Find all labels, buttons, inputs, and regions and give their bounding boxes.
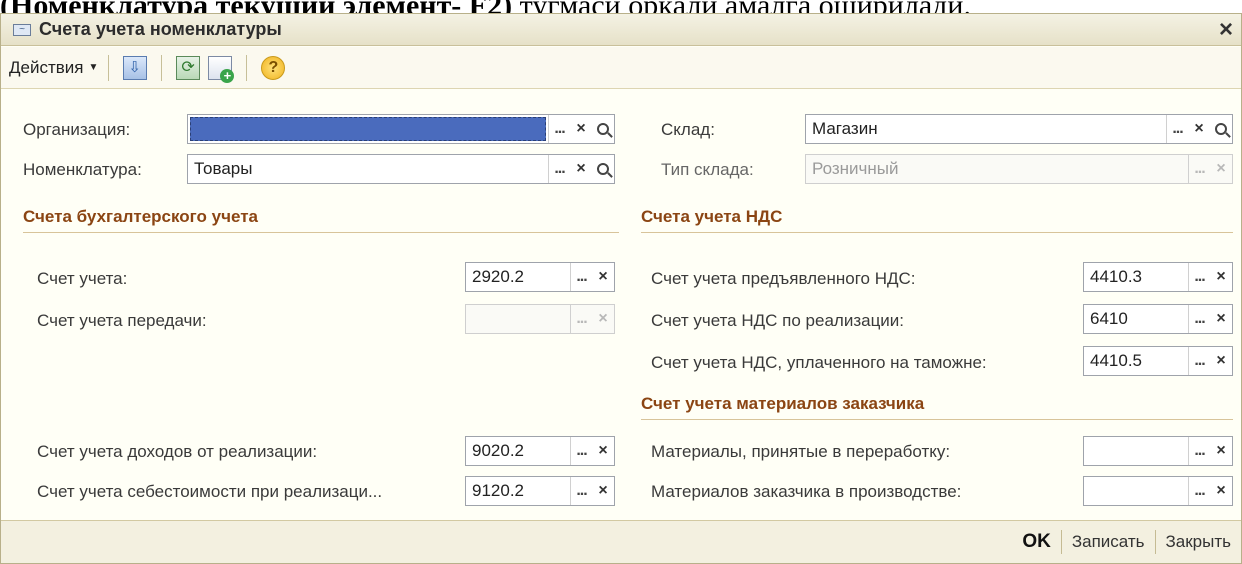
dialog-footer: OK Записать Закрыть [1, 520, 1241, 563]
clear-icon[interactable]: × [1210, 305, 1232, 333]
close-button[interactable]: Закрыть [1156, 532, 1241, 552]
materials-processing-value[interactable] [1084, 437, 1188, 465]
clear-icon[interactable]: × [570, 115, 592, 143]
select-button[interactable]: ... [570, 263, 592, 291]
account-field[interactable]: 2920.2 ... × [465, 262, 615, 292]
ok-button[interactable]: OK [1012, 531, 1061, 553]
select-button: ... [1188, 155, 1210, 183]
select-button[interactable]: ... [1188, 347, 1210, 375]
vat-customs-label: Счет учета НДС, уплаченного на таможне: [651, 353, 987, 372]
select-button[interactable]: ... [570, 477, 592, 505]
transfer-account-field: ... × [465, 304, 615, 334]
customer-materials-section-title: Счет учета материалов заказчика [641, 394, 1233, 420]
dialog-window: ~ Счета учета номенклатуры × Действия ▼ … [0, 13, 1242, 564]
save-button[interactable]: Записать [1062, 532, 1155, 552]
revenue-account-label: Счет учета доходов от реализации: [37, 442, 318, 461]
warehouse-type-field: Розничный ... × [805, 154, 1233, 184]
vat-presented-value[interactable]: 4410.3 [1084, 263, 1188, 291]
clear-icon[interactable]: × [1210, 263, 1232, 291]
copy-new-icon[interactable] [208, 55, 235, 83]
arrow-down-icon[interactable] [123, 55, 148, 80]
help-icon[interactable]: ? [261, 55, 286, 80]
cost-account-label: Счет учета себестоимости при реализаци..… [37, 482, 383, 501]
select-button[interactable]: ... [1188, 263, 1210, 291]
nomenclature-label: Номенклатура: [23, 160, 142, 179]
revenue-account-field[interactable]: 9020.2 ... × [465, 436, 615, 466]
vat-section-title: Счета учета НДС [641, 207, 1233, 233]
vat-customs-field[interactable]: 4410.5 ... × [1083, 346, 1233, 376]
warehouse-label: Склад: [661, 120, 715, 139]
transfer-account-label: Счет учета передачи: [37, 311, 207, 330]
select-button[interactable]: ... [1188, 437, 1210, 465]
toolbar: Действия ▼ ? [1, 47, 1241, 89]
materials-production-field[interactable]: ... × [1083, 476, 1233, 506]
select-button[interactable]: ... [1166, 115, 1188, 143]
nomenclature-field[interactable]: Товары ... × [187, 154, 615, 184]
clear-icon: × [1216, 160, 1226, 177]
warehouse-field[interactable]: Магазин ... × [805, 114, 1233, 144]
vat-presented-field[interactable]: 4410.3 ... × [1083, 262, 1233, 292]
select-button[interactable]: ... [548, 115, 570, 143]
search-icon[interactable] [592, 115, 614, 143]
document-text-fragment: (Номенклатура текущий элемент- F2) тугма… [0, 0, 1242, 13]
organization-value[interactable] [190, 117, 546, 141]
close-icon[interactable]: × [1219, 16, 1233, 44]
title-bar: ~ Счета учета номенклатуры × [1, 14, 1241, 46]
actions-menu-label: Действия [9, 57, 84, 77]
organization-label: Организация: [23, 120, 131, 139]
actions-menu-button[interactable]: Действия ▼ [9, 58, 98, 78]
organization-field[interactable]: ... × [187, 114, 615, 144]
refresh-icon[interactable] [176, 55, 201, 80]
select-button: ... [570, 305, 592, 333]
transfer-account-value [466, 305, 570, 333]
select-button[interactable]: ... [570, 437, 592, 465]
warehouse-type-value: Розничный [812, 159, 899, 178]
vat-presented-label: Счет учета предъявленного НДС: [651, 269, 916, 288]
materials-production-label: Материалов заказчика в производстве: [651, 482, 962, 501]
toolbar-separator [246, 54, 248, 81]
doc-text-bold: (Номенклатура текущий элемент- F2) [0, 0, 512, 13]
vat-customs-value[interactable]: 4410.5 [1084, 347, 1188, 375]
doc-text-rest: тугмаси орқали амалга оширилади. [512, 0, 971, 13]
revenue-account-value[interactable]: 9020.2 [466, 437, 570, 465]
clear-icon[interactable]: × [1210, 347, 1232, 375]
search-icon[interactable] [1210, 115, 1232, 143]
toolbar-separator [108, 54, 110, 81]
clear-icon[interactable]: × [592, 437, 614, 465]
clear-icon[interactable]: × [1210, 477, 1232, 505]
cost-account-field[interactable]: 9120.2 ... × [465, 476, 615, 506]
toolbar-separator [161, 54, 163, 81]
account-value[interactable]: 2920.2 [466, 263, 570, 291]
chevron-down-icon: ▼ [88, 62, 99, 73]
search-icon[interactable] [592, 155, 614, 183]
select-button[interactable]: ... [1188, 305, 1210, 333]
clear-icon[interactable]: × [1210, 437, 1232, 465]
clear-icon[interactable]: × [570, 155, 592, 183]
clear-icon[interactable]: × [1188, 115, 1210, 143]
window-icon: ~ [13, 23, 31, 36]
warehouse-value[interactable]: Магазин [806, 115, 1166, 143]
clear-icon: × [598, 310, 608, 327]
materials-production-value[interactable] [1084, 477, 1188, 505]
accounting-section-title: Счета бухгалтерского учета [23, 207, 619, 233]
warehouse-type-label: Тип склада: [661, 160, 754, 179]
select-button[interactable]: ... [1188, 477, 1210, 505]
cost-account-value[interactable]: 9120.2 [466, 477, 570, 505]
window-title: Счета учета номенклатуры [39, 19, 282, 39]
materials-processing-label: Материалы, принятые в переработку: [651, 442, 951, 461]
vat-sales-label: Счет учета НДС по реализации: [651, 311, 905, 330]
account-label: Счет учета: [37, 269, 128, 288]
clear-icon[interactable]: × [592, 263, 614, 291]
vat-sales-value[interactable]: 6410 [1084, 305, 1188, 333]
nomenclature-value[interactable]: Товары [188, 155, 548, 183]
materials-processing-field[interactable]: ... × [1083, 436, 1233, 466]
clear-icon[interactable]: × [592, 477, 614, 505]
select-button[interactable]: ... [548, 155, 570, 183]
vat-sales-field[interactable]: 6410 ... × [1083, 304, 1233, 334]
